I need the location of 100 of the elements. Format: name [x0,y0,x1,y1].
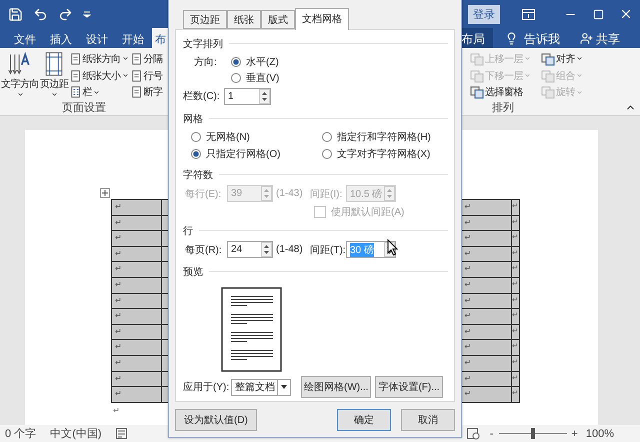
ribbon-tab[interactable]: 设计 [86,28,108,48]
table-cell: ↵ [111,356,161,371]
zoom-in-button[interactable]: + [571,428,578,440]
table-cell: ↵ [111,231,161,246]
table-cell: ↵ [460,387,512,402]
undo-icon[interactable] [33,6,48,22]
table-cell: ↵ [111,262,161,277]
rotate-icon [541,85,555,100]
section-heading: 网格 [183,112,203,126]
caret-icon [16,91,24,98]
ribbon-button[interactable]: 页边距 [40,51,68,100]
save-icon[interactable] [8,6,23,22]
radio-label[interactable]: 水平(Z) [246,54,279,68]
table-cell: ↵ [111,324,161,340]
hyphenation-icon [130,86,142,98]
radio-label[interactable]: 垂直(V) [246,71,280,85]
send-backward-icon [470,68,484,82]
field-label: 栏数(C): [183,90,221,103]
group-icon [541,68,555,82]
dialog-tab[interactable]: 纸张 [227,10,261,29]
table-cell: ↵ [460,309,512,324]
ribbon-button[interactable]: 纸张方向 [70,51,128,67]
radio-label[interactable]: 只指定行网格(O) [206,146,280,160]
dialog-tab[interactable]: 文档网格 [295,8,349,30]
caret-icon [576,72,583,79]
paper-size-icon [70,70,82,82]
field-label: 间距(T): [310,244,346,256]
section-heading: 字符数 [183,168,213,182]
ribbon-button[interactable]: 栏 [70,84,128,100]
field-label: 间距(I): [310,188,344,200]
line-numbers-icon [130,70,142,82]
web-layout-icon[interactable] [466,428,480,440]
radio-button[interactable] [191,148,201,158]
apply-to-dropdown[interactable]: 整篇文档 [231,378,291,396]
group-label: 页面设置 [62,101,106,115]
ribbon-tab[interactable]: 插入 [50,28,72,48]
cancel-button[interactable]: 取消 [401,408,455,430]
breaks-icon [130,52,142,65]
caret-icon [576,55,583,62]
spin-buttons[interactable] [261,242,272,257]
tell-me-field[interactable]: 告诉我 [524,28,560,48]
radio-label[interactable]: 指定行和字符网格(H) [337,130,431,144]
ribbon-button[interactable]: 分隔 [130,51,162,67]
page-orientation-icon [70,52,82,65]
lines-per-page-field[interactable]: 24 [227,241,273,258]
radio-label[interactable]: 文字对齐字符网格(X) [337,146,430,160]
columns-icon [70,86,82,98]
range-hint: (1-43) [276,188,304,199]
selection-pane-icon [470,85,484,100]
dialog-tab[interactable]: 版式 [261,10,295,29]
set-as-default-button[interactable]: 设为默认值(D) [175,408,257,430]
customize-toolbar-icon[interactable] [83,10,91,18]
dialog-tab[interactable]: 页边距 [183,10,227,29]
group-label: 排列 [492,101,514,115]
table-cell: ↵ [111,246,161,262]
maximize-icon[interactable] [592,8,604,20]
table-cell: ↵ [111,216,161,230]
table-cell: ↵ [460,200,512,215]
field-label: 每行(E): [185,188,222,200]
zoom-out-button[interactable]: - [490,428,494,440]
ribbon-button[interactable]: 纸张大小 [70,68,128,84]
section-heading: 行 [183,224,193,238]
caret-icon [122,55,128,62]
ribbon-button[interactable]: 文字方向 [1,51,39,100]
share-button[interactable]: 共享 [596,28,620,48]
section-heading: 预览 [183,266,203,278]
language-indicator[interactable]: 中文(中国) [50,426,102,441]
ribbon-button[interactable]: 行号 [130,68,162,84]
ribbon-tab[interactable]: 布 [152,28,168,48]
caret-icon [50,91,58,98]
field-label: 应用于(Y): [183,380,230,394]
radio-button[interactable] [231,73,241,83]
ribbon-button[interactable]: 断字 [130,84,162,100]
radio-button[interactable] [322,132,332,142]
columns-field[interactable]: 1 [224,88,271,104]
close-icon[interactable] [619,7,633,21]
ok-button[interactable]: 确定 [337,408,391,430]
radio-label[interactable]: 无网格(N) [206,130,250,144]
spin-buttons[interactable] [259,88,270,104]
ribbon-button[interactable]: 对齐 [541,51,583,67]
radio-button[interactable] [231,56,241,66]
ribbon-display-options-icon[interactable] [522,8,534,20]
sign-in-button[interactable]: 登录 [468,4,500,24]
font-settings-button[interactable]: 字体设置(F)... [375,376,443,398]
radio-button[interactable] [322,148,332,158]
bring-forward-icon [470,52,484,66]
table-move-handle-icon[interactable] [100,188,110,198]
redo-icon[interactable] [58,6,73,22]
proofing-icon[interactable] [116,428,127,439]
table-cell: ↵ [111,387,161,402]
drawing-grid-button[interactable]: 绘图网格(W)... [301,376,372,398]
table-cell: ↵ [111,278,161,293]
table-cell: ↵ [111,372,161,386]
ribbon-tab[interactable]: 文件 [14,28,36,48]
align-icon [541,52,555,66]
radio-button[interactable] [191,132,201,142]
table-cell: ↵ [111,309,161,324]
ribbon-button[interactable]: 选择窗格 [470,84,531,100]
ribbon-tab[interactable]: 开始 [122,28,144,48]
table-cell: ↵ [460,340,512,355]
